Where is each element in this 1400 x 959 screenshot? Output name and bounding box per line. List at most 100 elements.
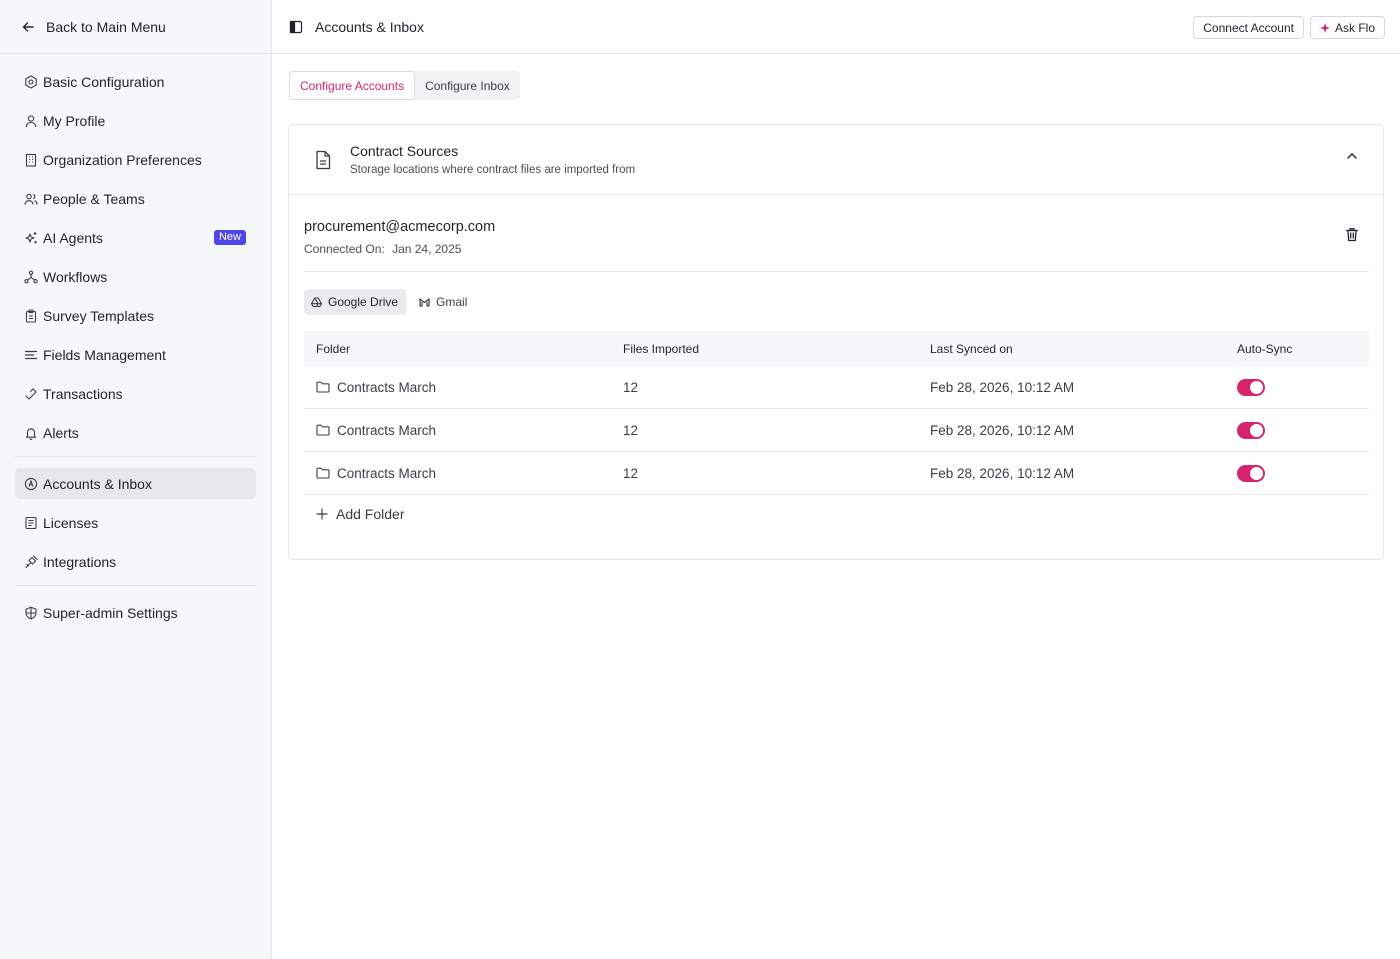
sidebar-item-ai-agents[interactable]: AI Agents New: [15, 222, 256, 253]
folder-name: Contracts March: [337, 422, 437, 438]
sidebar-divider: [15, 585, 256, 586]
ask-flo-label: Ask Flo: [1334, 20, 1375, 35]
document-icon: [314, 150, 332, 170]
add-folder-label: Add Folder: [336, 506, 405, 522]
folder-name: Contracts March: [337, 379, 437, 395]
table-row: Contracts March 12 Feb 28, 2026, 10:12 A…: [304, 366, 1369, 409]
gmail-label: Gmail: [436, 295, 468, 309]
license-icon: [24, 516, 38, 530]
files-imported-cell: 12: [623, 379, 639, 395]
chevron-up-icon[interactable]: [1346, 150, 1358, 162]
files-imported-cell: 12: [623, 465, 639, 481]
card-title: Contract Sources: [350, 143, 459, 159]
column-header-synced: Last Synced on: [930, 341, 1013, 356]
sidebar-item-organization-preferences[interactable]: Organization Preferences: [15, 144, 256, 175]
sidebar-item-my-profile[interactable]: My Profile: [15, 105, 256, 136]
main-content: Accounts & Inbox Connect Account Ask Flo…: [272, 0, 1400, 959]
connected-on-label: Connected On:: [304, 242, 385, 256]
sidebar-item-basic-configuration[interactable]: Basic Configuration: [15, 66, 256, 97]
at-sign-icon: [24, 477, 38, 491]
autosync-toggle[interactable]: [1237, 464, 1265, 482]
add-folder-button[interactable]: Add Folder: [316, 506, 404, 522]
gmail-icon: [419, 297, 430, 307]
toggle-knob: [1250, 423, 1263, 437]
toggle-knob: [1250, 466, 1263, 480]
sidebar-item-label: Fields Management: [43, 346, 166, 363]
connected-on-date: Jan 24, 2025: [392, 242, 462, 256]
sidebar-item-transactions[interactable]: Transactions: [15, 378, 256, 409]
last-synced-cell: Feb 28, 2026, 10:12 AM: [930, 465, 1075, 481]
new-badge: New: [213, 230, 246, 245]
page-title: Accounts & Inbox: [315, 18, 424, 35]
sidebar-item-label: Workflows: [43, 268, 108, 285]
workflow-icon: [24, 270, 38, 284]
sidebar-item-accounts-inbox[interactable]: Accounts & Inbox: [15, 468, 256, 499]
plug-icon: [24, 554, 38, 569]
sidebar-item-label: People & Teams: [43, 190, 145, 207]
folder-icon: [316, 467, 330, 479]
sidebar-item-super-admin-settings[interactable]: Super-admin Settings: [15, 597, 256, 628]
sidebar-item-label: AI Agents: [43, 229, 103, 246]
column-header-folder: Folder: [316, 341, 351, 356]
top-actions: Connect Account Ask Flo: [1193, 16, 1385, 39]
google-drive-label: Google Drive: [328, 295, 399, 309]
column-header-autosync: Auto-Sync: [1237, 341, 1293, 356]
arrows-swap-icon: [24, 387, 38, 401]
sidebar-item-label: Survey Templates: [43, 307, 155, 324]
tab-configure-inbox[interactable]: Configure Inbox: [415, 71, 520, 100]
sidebar-item-label: Accounts & Inbox: [43, 475, 152, 492]
sidebar-item-label: Alerts: [43, 424, 79, 441]
sidebar-item-workflows[interactable]: Workflows: [15, 261, 256, 292]
back-to-main-menu-button[interactable]: Back to Main Menu: [0, 0, 271, 54]
tab-google-drive[interactable]: Google Drive: [304, 289, 407, 315]
settings-sidebar: Back to Main Menu Basic Configuration My…: [0, 0, 272, 959]
folder-icon: [316, 424, 330, 436]
folder-cell: Contracts March: [304, 423, 611, 438]
source-tabs: Google Drive Gmail: [304, 289, 475, 315]
autosync-toggle[interactable]: [1237, 421, 1265, 439]
folder-name: Contracts March: [337, 465, 437, 481]
folder-cell: Contracts March: [304, 466, 611, 481]
files-imported-cell: 12: [623, 422, 639, 438]
sidebar-item-label: Licenses: [43, 514, 99, 531]
folder-cell: Contracts March: [304, 380, 611, 395]
sidebar-item-label: Integrations: [43, 553, 117, 570]
users-icon: [24, 192, 38, 206]
sidebar-nav: Basic Configuration My Profile Organizat…: [0, 54, 271, 628]
contract-sources-card: Contract Sources Storage locations where…: [288, 124, 1384, 560]
account-email: procurement@acmecorp.com: [304, 219, 496, 235]
sidebar-item-alerts[interactable]: Alerts: [15, 417, 256, 448]
autosync-cell: [1225, 464, 1369, 482]
sidebar-item-label: Organization Preferences: [43, 151, 202, 168]
sidebar-item-integrations[interactable]: Integrations: [15, 546, 256, 577]
column-header-files: Files Imported: [623, 341, 700, 356]
arrow-left-icon: [21, 20, 35, 34]
autosync-toggle[interactable]: [1237, 378, 1265, 396]
sidebar-item-licenses[interactable]: Licenses: [15, 507, 256, 538]
sidebar-item-fields-management[interactable]: Fields Management: [15, 339, 256, 370]
trash-icon[interactable]: [1345, 227, 1359, 242]
table-row: Contracts March 12 Feb 28, 2026, 10:12 A…: [304, 409, 1369, 452]
connect-account-button[interactable]: Connect Account: [1193, 16, 1304, 39]
connected-account: procurement@acmecorp.com Connected On: J…: [304, 219, 1369, 256]
sidebar-toggle-icon[interactable]: [289, 20, 303, 34]
last-synced-cell: Feb 28, 2026, 10:12 AM: [930, 422, 1075, 438]
sidebar-item-label: Super-admin Settings: [43, 604, 178, 621]
table-row: Contracts March 12 Feb 28, 2026, 10:12 A…: [304, 452, 1369, 495]
card-header[interactable]: Contract Sources Storage locations where…: [289, 125, 1383, 195]
last-synced-cell: Feb 28, 2026, 10:12 AM: [930, 379, 1075, 395]
sidebar-item-survey-templates[interactable]: Survey Templates: [15, 300, 256, 331]
tab-configure-accounts[interactable]: Configure Accounts: [289, 71, 416, 100]
list-filter-icon: [24, 348, 38, 362]
top-bar: Accounts & Inbox Connect Account Ask Flo: [272, 0, 1400, 54]
sidebar-item-label: My Profile: [43, 112, 106, 129]
sidebar-item-people-teams[interactable]: People & Teams: [15, 183, 256, 214]
ask-flo-button[interactable]: Ask Flo: [1309, 16, 1385, 39]
google-drive-icon: [311, 297, 322, 307]
tab-gmail[interactable]: Gmail: [412, 289, 475, 315]
folders-table: Folder Files Imported Last Synced on Aut…: [304, 331, 1369, 495]
sidebar-item-label: Transactions: [43, 385, 123, 402]
bell-icon: [24, 426, 38, 440]
back-label: Back to Main Menu: [46, 18, 166, 35]
card-subtitle: Storage locations where contract files a…: [350, 164, 636, 176]
